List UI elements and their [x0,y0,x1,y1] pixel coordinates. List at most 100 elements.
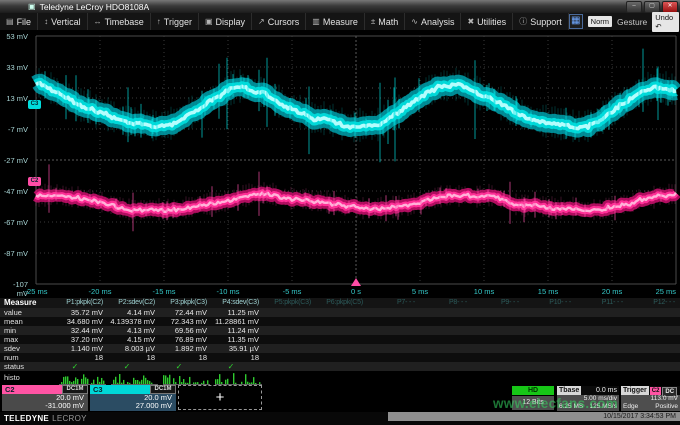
measure-cell [628,335,680,344]
measure-cell [420,353,472,362]
measure-cell: 8.003 µV [108,344,160,353]
measure-table: MeasureP1:pkpk(C2)P2:sdev(C2)P3:pkpk(C3)… [0,298,680,386]
measure-column-header[interactable]: P10- - - [524,298,576,308]
measure-cell [472,317,524,326]
utilities-icon: ✖ [467,17,474,26]
y-tick-label: -7 mV [0,125,28,134]
measure-cell [316,353,368,362]
measure-cell [472,353,524,362]
bits-badge: 12 Bits [512,396,554,410]
support-icon: ⓘ [519,16,527,27]
channel-offset: -31.000 mV [2,402,88,410]
menu-item-support[interactable]: ⓘSupport [513,13,569,30]
measure-cell: 18 [108,353,160,362]
undo-button[interactable]: Undo ↶ [652,12,679,32]
measure-cell: 18 [56,353,108,362]
menu-item-vertical[interactable]: ↕Vertical [38,13,88,30]
measure-cell: 72.44 mV [160,308,212,317]
y-tick-label: -87 mV [0,249,28,258]
math-icon: ± [371,17,375,26]
measure-cell [472,308,524,317]
measure-cell [368,326,420,335]
status-check-icon [524,362,576,371]
status-check-icon: ✓ [108,362,160,371]
measure-cell [628,344,680,353]
measure-cell [368,308,420,317]
measure-column-header[interactable]: P6:pkpk(C5) [316,298,368,308]
trigger-source-badge: C2 [650,387,662,395]
x-tick-label: 20 ms [592,287,632,296]
measure-column-header[interactable]: P11- - - [576,298,628,308]
sample-rate: 125 MS/s [590,403,617,411]
measure-cell [264,317,316,326]
channel-descriptor-c3[interactable]: C3 DC1M 20.0 mV 27.000 mV [90,385,176,411]
measure-cell [472,344,524,353]
grid-layout-button[interactable]: ▦ [569,14,583,29]
measure-column-header[interactable]: P5:pkpk(C3) [264,298,316,308]
measure-cell: 4.14 mV [108,308,160,317]
measure-cell [264,308,316,317]
channel-id: C3 [90,385,150,394]
x-tick-label: -20 ms [80,287,120,296]
measure-cell [628,308,680,317]
measure-cell: 69.56 mV [160,326,212,335]
add-channel-button[interactable]: + [178,385,262,410]
measure-column-header[interactable]: P8- - - [420,298,472,308]
analysis-icon: ∿ [411,17,418,26]
measure-cell [368,317,420,326]
trigger-slope: Positive [655,403,678,411]
measure-column-header[interactable]: P3:pkpk(C3) [160,298,212,308]
measure-column-header[interactable]: P2:sdev(C2) [108,298,160,308]
measure-cell [628,326,680,335]
channel-descriptor-c2[interactable]: C2 DC1M 20.0 mV -31.000 mV [2,385,88,411]
menu-item-utilities[interactable]: ✖Utilities [461,13,513,30]
menu-item-math[interactable]: ±Math [365,13,405,30]
measure-column-header[interactable]: P7- - - [368,298,420,308]
status-check-icon: ✓ [56,362,108,371]
measure-cell [368,353,420,362]
measure-cell: 72.343 mV [160,317,212,326]
channel-offset-marker-c3[interactable]: C3 [28,100,41,109]
measure-column-header[interactable]: P9- - - [472,298,524,308]
trigger-mode-chip[interactable]: Norm [588,16,612,27]
menu-item-analysis[interactable]: ∿Analysis [405,13,461,30]
measure-cell [524,335,576,344]
gesture-label[interactable]: Gesture [617,17,647,27]
measure-icon: ▥ [312,17,320,26]
channel-offset-marker-c2[interactable]: C2 [28,177,41,186]
menu-item-cursors[interactable]: ↗Cursors [252,13,306,30]
menu-item-timebase[interactable]: ↔Timebase [88,13,151,30]
menu-item-trigger[interactable]: ↑Trigger [151,13,199,30]
menu-item-display[interactable]: ▣Display [199,13,252,30]
measure-cell: 32.44 mV [56,326,108,335]
measure-cell [316,308,368,317]
measure-row-label: sdev [0,344,56,353]
y-tick-label: -27 mV [0,156,28,165]
minimize-button[interactable]: – [626,1,642,13]
trigger-icon: ↑ [157,17,161,26]
app-icon: ▣ [28,2,36,11]
trigger-box[interactable]: Trigger C2 DC 113.0 mV Edge Positive [621,386,680,411]
channel-offset: 27.000 mV [90,402,176,410]
measure-cell [472,335,524,344]
measure-cell [524,344,576,353]
menu-item-measure[interactable]: ▥Measure [306,13,365,30]
measure-column-header[interactable]: P12- - - [628,298,680,308]
x-tick-label: 0 s [336,287,376,296]
waveform-display[interactable] [0,30,680,288]
measure-cell [316,317,368,326]
measure-cell [368,335,420,344]
menu-item-file[interactable]: ▤File [0,13,38,30]
file-icon: ▤ [6,17,14,26]
menu-bar: ▤File↕Vertical↔Timebase↑Trigger▣Display↗… [0,13,680,31]
timebase-box[interactable]: Tbase 0.0 ms 5.00 ms/div 6.25 MS 125 MS/… [557,386,619,411]
timebase-label: Tbase [557,386,581,395]
measure-column-header[interactable]: P4:sdev(C3) [212,298,264,308]
measure-cell [420,344,472,353]
measure-cell: 11.25 mV [212,308,264,317]
measure-row-label: num [0,353,56,362]
y-tick-label: -47 mV [0,187,28,196]
measure-column-header[interactable]: P1:pkpk(C2) [56,298,108,308]
measure-cell [472,326,524,335]
oscilloscope-screen: ▣ Teledyne LeCroy HDO8108A – ▢ ✕ ▤File↕V… [0,0,680,425]
